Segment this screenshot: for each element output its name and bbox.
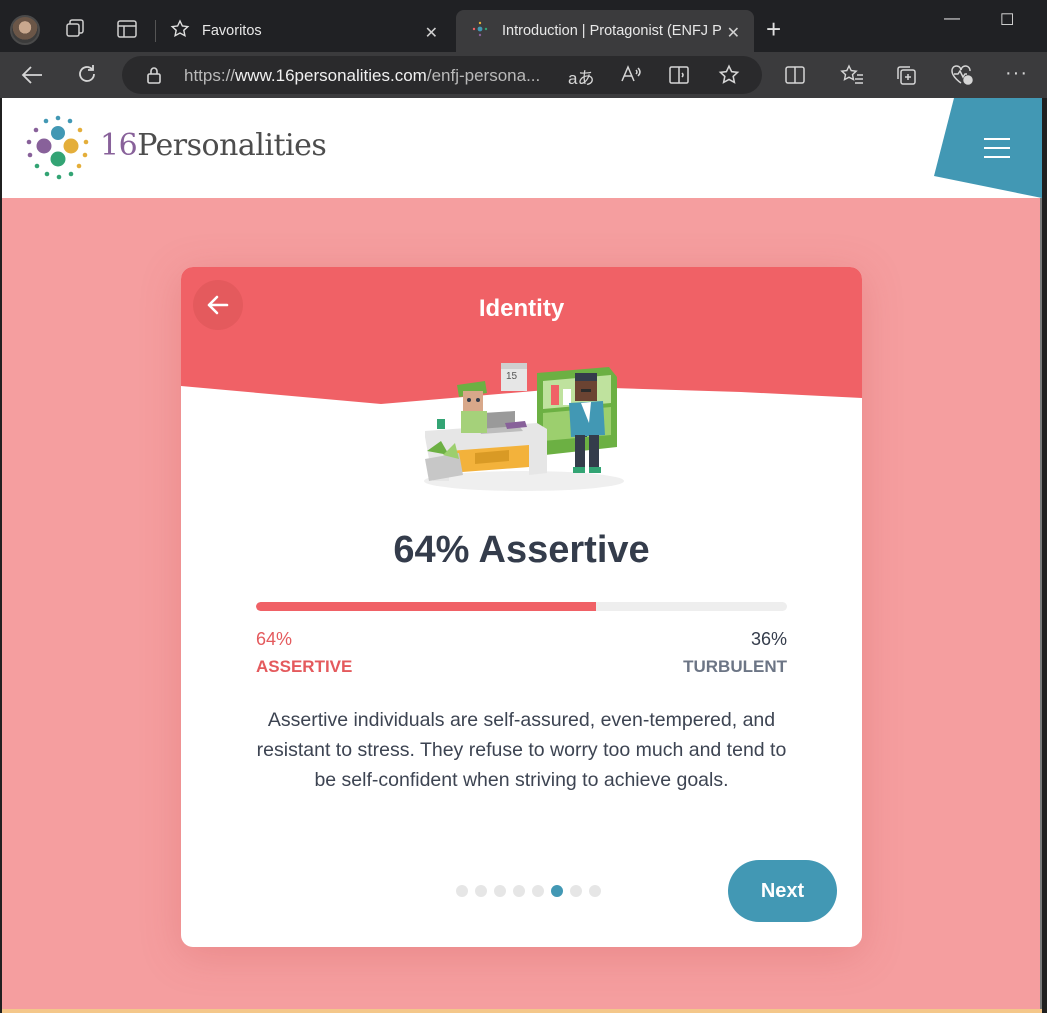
office-illustration: 15 [424,363,624,491]
favorites-icon[interactable] [840,64,864,91]
tab-title: Introduction | Protagonist (ENFJ Persona… [502,23,722,39]
next-button[interactable]: Next [728,860,837,922]
close-tab-icon[interactable]: ✕ [727,23,740,43]
web-page: 16Personalities Identity 15 64% Assertiv… [2,98,1042,1013]
pagination-dot[interactable] [513,885,525,897]
profile-avatar[interactable] [10,15,40,45]
new-tab-button[interactable]: + [766,14,781,45]
pagination-dots [456,885,601,897]
split-screen-icon[interactable] [784,64,806,91]
address-bar[interactable]: https://www.16personalities.com/enfj-per… [122,56,762,94]
page-bottom-strip [2,1009,1042,1013]
workspaces-icon[interactable] [64,18,86,40]
pagination-dot[interactable] [456,885,468,897]
pagination-dot[interactable] [589,885,601,897]
trait-progress-fill [256,602,596,611]
card-title: Identity [478,295,565,322]
close-tab-icon[interactable]: ✕ [425,23,438,43]
calendar-number: 15 [506,371,518,382]
pagination-dot[interactable] [475,885,487,897]
trait-progress-bar [256,602,787,611]
pagination-dot[interactable] [570,885,582,897]
site-header: 16Personalities [2,98,1042,198]
site-favicon-icon [472,21,488,41]
refresh-icon[interactable] [76,63,98,90]
minimize-button[interactable]: — [944,10,960,28]
tab-title: Favoritos [202,23,262,39]
maximize-button[interactable]: ☐ [1000,10,1014,30]
tab-divider [155,20,156,42]
assertive-percent: 64% [256,629,293,649]
pagination-dot[interactable] [551,885,563,897]
lock-icon[interactable] [146,66,162,89]
favorite-star-icon[interactable] [718,64,740,91]
read-aloud-icon[interactable] [620,64,642,89]
immersive-reader-icon[interactable] [668,64,690,91]
logo-mark-icon[interactable] [24,114,92,187]
translate-icon[interactable]: aあ [568,64,594,89]
pagination-dot[interactable] [532,885,544,897]
tab-favoritos[interactable]: Favoritos ✕ [162,10,452,52]
more-options-icon[interactable]: ··· [1005,62,1028,85]
collections-icon[interactable] [895,64,917,91]
result-headline: 64% Assertive [393,529,650,571]
tab-protagonist[interactable]: Introduction | Protagonist (ENFJ Persona… [456,10,754,52]
turbulent-label: TURBULENT [683,657,787,676]
site-logo[interactable]: 16Personalities [100,128,327,163]
pagination-dot[interactable] [494,885,506,897]
browser-tab-bar: Favoritos ✕ Introduction | Protagonist (… [0,0,1047,52]
result-card: Identity 15 64% Assertive 64% 36% ASSERT… [181,267,862,947]
scrollbar[interactable] [1040,198,1042,1013]
trait-description: Assertive individuals are self-assured, … [256,709,787,791]
url-text[interactable]: https://www.16personalities.com/enfj-per… [184,66,540,86]
star-outline-icon [170,19,190,43]
browser-toolbar: https://www.16personalities.com/enfj-per… [0,52,1047,98]
hamburger-menu-icon[interactable] [984,138,1010,158]
browser-essentials-icon[interactable] [950,64,974,91]
turbulent-percent: 36% [750,629,787,649]
back-arrow-icon[interactable] [20,64,44,91]
tab-actions-icon[interactable] [116,18,138,40]
assertive-label: ASSERTIVE [256,657,353,676]
